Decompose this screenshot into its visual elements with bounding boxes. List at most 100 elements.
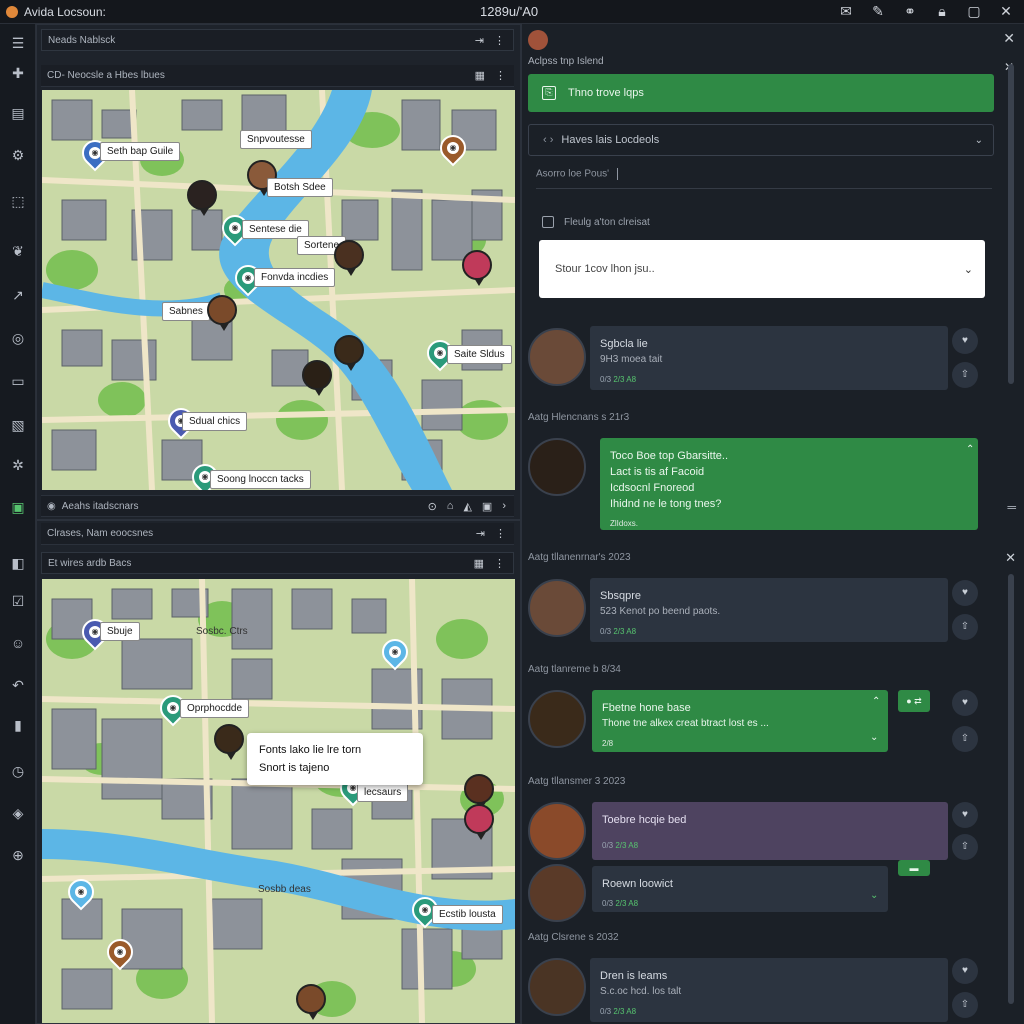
map-popup[interactable]: Fonts lako lie lre torn Snort is tajeno [247, 733, 423, 785]
close-icon[interactable]: ✕ [998, 3, 1014, 20]
text-field[interactable]: Asorro loe Pous' [536, 168, 992, 189]
menu-icon[interactable]: ☰ [9, 34, 27, 52]
user-avatar-pin[interactable] [462, 250, 492, 286]
clock-icon[interactable]: ◷ [9, 762, 27, 780]
heart-icon[interactable]: ♥ [952, 580, 978, 606]
bottom-map-tab[interactable]: Clrases, Nam eoocsnes ⇥ ⋮ [41, 523, 514, 545]
pin-icon[interactable]: ⇧ [952, 362, 978, 388]
user-avatar-pin[interactable] [207, 295, 237, 331]
bottle-icon[interactable]: ▮ [9, 716, 27, 734]
message-card[interactable]: Toco Boe top Gbarsitte.. Lact is tis af … [600, 438, 978, 530]
pin-icon[interactable]: ⇧ [952, 614, 978, 640]
avatar[interactable] [528, 802, 586, 860]
image-icon[interactable]: ▧ [9, 416, 27, 434]
lock-icon[interactable]: 🔒︎ [934, 3, 950, 20]
heart-icon[interactable]: ♥ [952, 328, 978, 354]
layers-icon[interactable]: ◧ [9, 554, 27, 572]
more-icon[interactable]: ⋮ [495, 527, 506, 540]
map-label: Sdual chics [182, 412, 248, 431]
message-card[interactable]: Fbetne hone base Thone tne alkex creat b… [592, 690, 888, 752]
target-icon[interactable]: ◎ [9, 329, 27, 347]
grid-icon[interactable]: ▦ [474, 557, 484, 570]
cursor-icon[interactable]: ↶ [9, 676, 27, 694]
gear-icon[interactable]: ⚙ [9, 146, 27, 164]
message-card[interactable]: Roewn loowict 0/3 2/3 A8 [592, 866, 888, 912]
chevron-down-icon[interactable]: ⌄ [870, 732, 878, 743]
active-panel-icon[interactable]: ▣ [9, 498, 27, 516]
leaf-icon[interactable]: ❦ [9, 242, 27, 260]
minus-icon[interactable]: ⌂ [447, 500, 454, 513]
heart-icon[interactable]: ♥ [952, 690, 978, 716]
close-icon[interactable]: ✕ [1005, 550, 1016, 566]
document-icon[interactable]: ▤ [9, 104, 27, 122]
user-avatar-pin[interactable] [302, 360, 332, 396]
chevron-up-icon[interactable]: ⌃ [966, 444, 974, 455]
pen-icon[interactable]: ✎ [870, 3, 886, 20]
reaction-pill[interactable]: ▬ [898, 860, 930, 876]
scrollbar[interactable] [1008, 64, 1014, 384]
avatar[interactable] [528, 328, 586, 386]
avatar[interactable] [528, 579, 586, 637]
bottom-map-tab-label: Clrases, Nam eoocsnes [47, 528, 154, 539]
zoom-icon[interactable]: ⊙ [428, 500, 437, 513]
bottom-map-canvas[interactable]: ◉ Sbuje Sosbc. Ctrs ◉ ◉ Oprphocdde ◉ lec… [42, 579, 515, 1023]
user-avatar-pin[interactable] [334, 240, 364, 276]
maximize-icon[interactable]: ▢ [966, 3, 982, 20]
drag-handle-icon[interactable]: ═ [1007, 500, 1016, 514]
heart-icon[interactable]: ♥ [952, 802, 978, 828]
edit-icon[interactable]: ⬚ [9, 192, 27, 210]
puzzle-icon[interactable]: ✚ [9, 64, 27, 82]
avatar[interactable] [528, 438, 586, 496]
window-icon[interactable]: ▣ [482, 500, 492, 513]
more-icon[interactable]: ⋮ [494, 557, 505, 570]
checkbox[interactable] [542, 216, 554, 228]
mail-icon[interactable]: ✉ [838, 3, 854, 20]
bag-icon[interactable]: ◭ [463, 500, 471, 513]
user-avatar-pin[interactable] [334, 335, 364, 371]
arrow-icon[interactable]: ⇥ [476, 527, 485, 540]
arrow-icon[interactable]: ⇥ [475, 34, 484, 47]
locations-dropdown[interactable]: ‹ › Haves lais Locdeols ⌄ [528, 124, 994, 156]
avatar[interactable] [528, 864, 586, 922]
search-input[interactable]: Stour 1cov lhon jsu.. ⌄ [539, 240, 985, 298]
message-card[interactable]: Sbsqpre 523 Kenot po beend paots. 0/3 2/… [590, 578, 948, 642]
scrollbar[interactable] [1008, 574, 1014, 1004]
top-map-canvas[interactable]: ◉ Seth bap Guile Snpvoutesse Botsh Sdee … [42, 90, 515, 490]
top-map-tab[interactable]: Neads Nablsck ⇥ ⋮ [41, 29, 514, 51]
arrow-icon[interactable]: › [502, 500, 506, 513]
link-icon[interactable]: ⚭ [902, 3, 918, 20]
close-icon[interactable]: ✕ [1003, 30, 1015, 47]
message-line: Lact is tis af Facoid [610, 466, 705, 478]
primary-button[interactable]: ⎘ Thno trove lqps [528, 74, 994, 112]
avatar[interactable] [528, 958, 586, 1016]
user-avatar-pin[interactable] [296, 984, 326, 1020]
settings-icon[interactable]: ✲ [9, 456, 27, 474]
more-icon[interactable]: ⋮ [495, 69, 506, 82]
message-card[interactable]: Dren is leams S.c.oc hcd. los talt 0/3 2… [590, 958, 948, 1022]
face-icon[interactable]: ☺ [9, 634, 27, 652]
message-card[interactable]: Sgbcla lie 9H3 moea tait 0/3 2/3 A8 [590, 326, 948, 390]
pin-icon[interactable]: ⇧ [952, 992, 978, 1018]
user-avatar-pin[interactable] [464, 774, 494, 810]
chevron-down-icon[interactable]: ⌄ [870, 890, 878, 901]
user-avatar-pin[interactable] [187, 180, 217, 216]
message-card[interactable]: Toebre hcqie bed 0/3 2/3 A8 [592, 802, 948, 860]
user-avatar-pin[interactable] [214, 724, 244, 760]
globe-icon[interactable]: ⊕ [9, 846, 27, 864]
avatar[interactable] [528, 30, 548, 50]
pin-icon[interactable]: ⇧ [952, 726, 978, 752]
monitor-icon[interactable]: ▭ [9, 372, 27, 390]
grid-icon[interactable]: ▦ [475, 69, 485, 82]
user-avatar-pin[interactable] [464, 804, 494, 840]
message-line: Ihidnd ne le tong tnes? [610, 498, 722, 510]
checkbox-row[interactable]: Fleulg a'ton clreisat [542, 216, 650, 228]
avatar[interactable] [528, 690, 586, 748]
tag-icon[interactable]: ◈ [9, 804, 27, 822]
heart-icon[interactable]: ♥ [952, 958, 978, 984]
pin-icon[interactable]: ⇧ [952, 834, 978, 860]
reaction-pill[interactable]: ● ⇄ [898, 690, 930, 712]
checklist-icon[interactable]: ☑ [9, 592, 27, 610]
more-icon[interactable]: ⋮ [494, 34, 505, 47]
chevron-up-icon[interactable]: ⌃ [872, 696, 880, 707]
route-icon[interactable]: ↗ [9, 286, 27, 304]
